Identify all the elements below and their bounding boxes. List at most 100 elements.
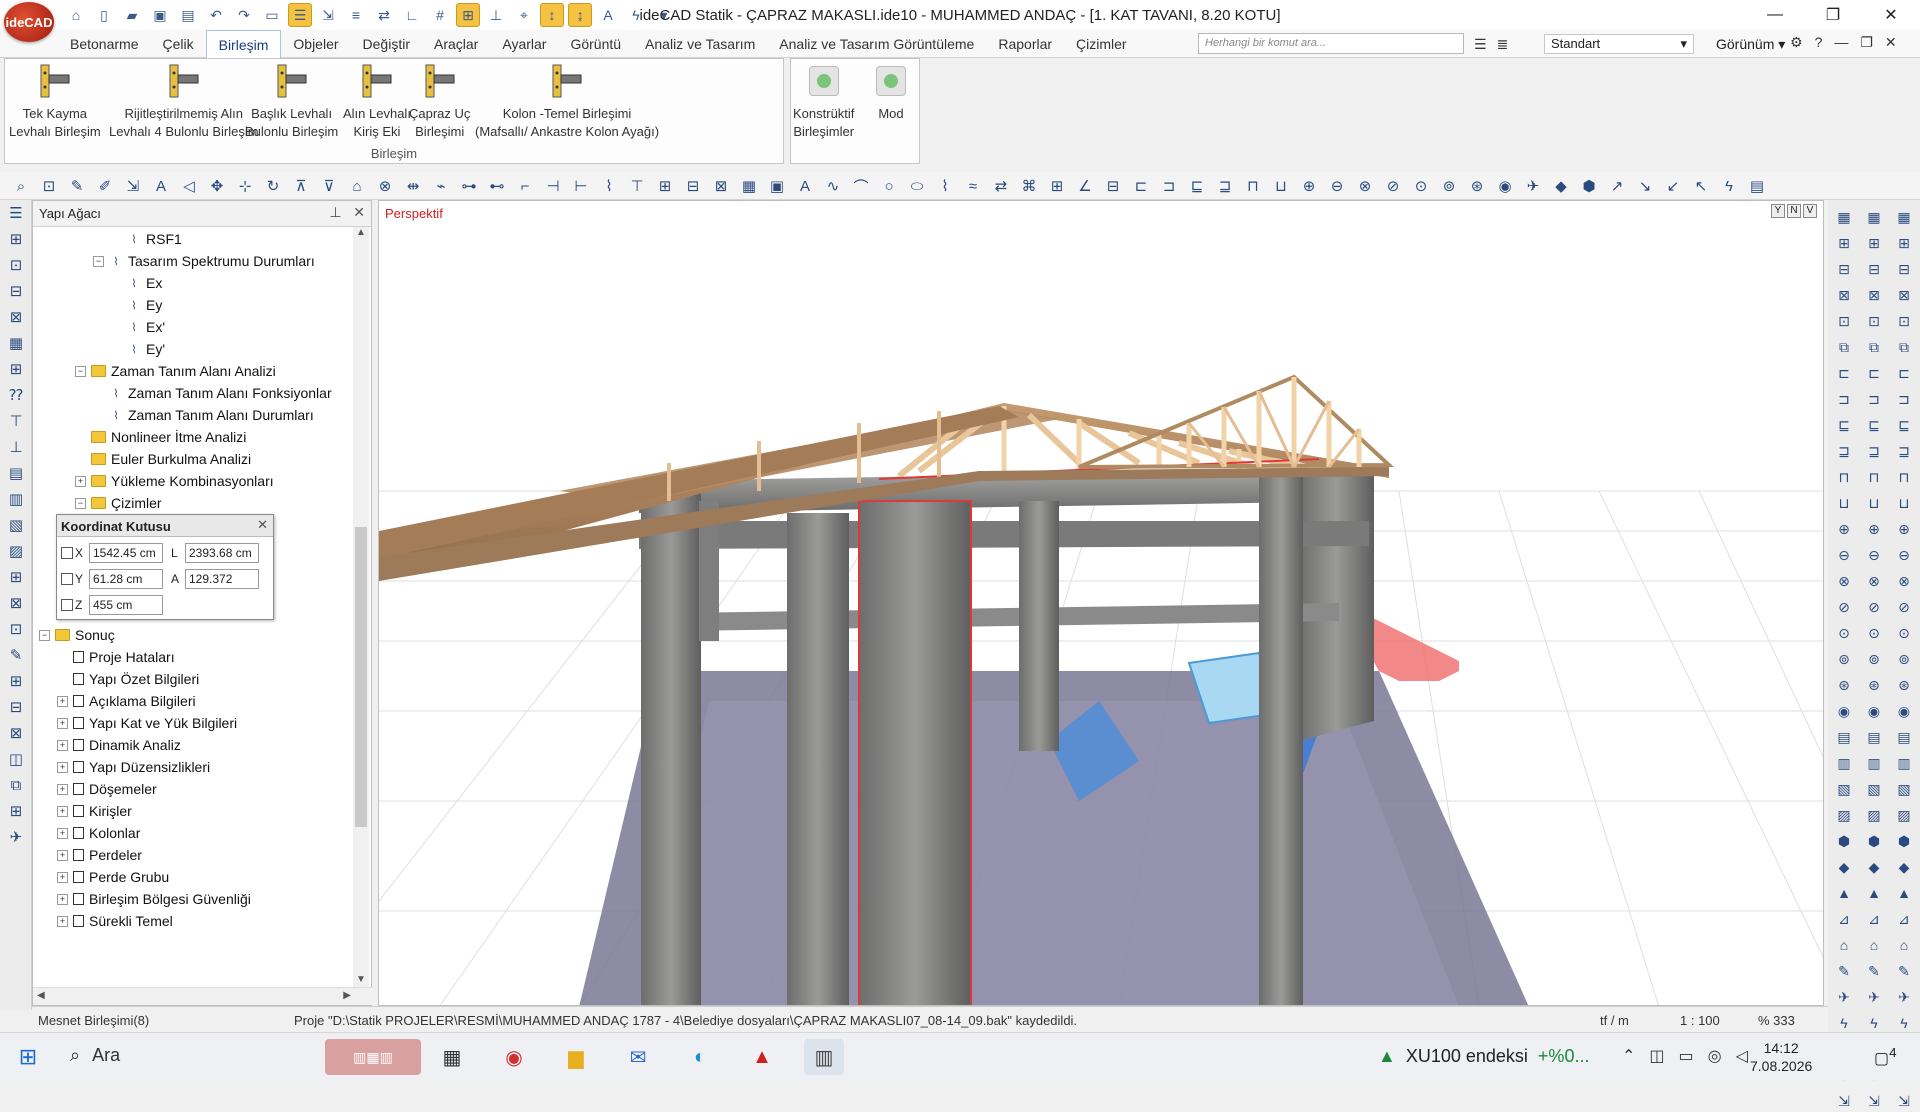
scroll-down-icon[interactable]: ▼	[353, 974, 369, 985]
toolbar-tool-icon[interactable]: ⌂	[346, 176, 368, 196]
tree-node[interactable]: Nonlineer İtme Analizi	[75, 429, 246, 445]
tree-node[interactable]: − ⌇ Tasarım Spektrumu Durumları	[93, 253, 315, 269]
tree-node[interactable]: + Yapı Kat ve Yük Bilgileri	[57, 715, 237, 731]
right-tool-icon[interactable]: ⊖	[1862, 544, 1886, 566]
tree-node[interactable]: + Sürekli Temel	[57, 913, 173, 929]
right-tool-icon[interactable]: ▨	[1832, 804, 1856, 826]
toolbar-tool-icon[interactable]: ○	[878, 176, 900, 196]
toolbar-tool-icon[interactable]: ▣	[766, 176, 788, 196]
right-tool-icon[interactable]: ⊡	[1892, 310, 1916, 332]
right-tool-icon[interactable]: ⊔	[1862, 492, 1886, 514]
tree-node[interactable]: Yapı Özet Bilgileri	[57, 671, 199, 687]
tree-node[interactable]: ⌇ Ey'	[111, 341, 165, 357]
toolbar-tool-icon[interactable]: A	[150, 176, 172, 196]
right-tool-icon[interactable]: ⬢	[1832, 830, 1856, 852]
status-units[interactable]: tf / m	[1600, 1013, 1629, 1028]
camera-icon[interactable]: ◫	[1649, 1046, 1664, 1066]
menu-tab-5[interactable]: Araçlar	[422, 30, 490, 59]
right-tool-icon[interactable]: ⊙	[1832, 622, 1856, 644]
toolbar-tool-icon[interactable]: ⊔	[1270, 176, 1292, 196]
viewport-control-button[interactable]: N	[1787, 204, 1801, 218]
right-tool-icon[interactable]: ▦	[1832, 206, 1856, 228]
expand-icon[interactable]: +	[75, 475, 86, 487]
command-search-input[interactable]: Herhangi bir komut ara...	[1198, 33, 1464, 54]
right-tool-icon[interactable]: ⊠	[1832, 284, 1856, 306]
viewport-control-button[interactable]: Y	[1771, 204, 1785, 218]
tree-node[interactable]: − Sonuç	[39, 627, 115, 643]
tree-node[interactable]: + Yapı Düzensizlikleri	[57, 759, 210, 775]
ribbon-button-1[interactable]: Rijitleştirilmemiş Alın Levhalı 4 Bulonlu…	[109, 61, 259, 141]
toolbar-tool-icon[interactable]: ⊞	[654, 176, 676, 196]
notification-icon[interactable]: ▢4	[1874, 1045, 1897, 1068]
left-tool-icon[interactable]: ⊤	[0, 408, 32, 434]
right-tool-icon[interactable]: ⊿	[1862, 908, 1886, 930]
right-tool-icon[interactable]: ✈	[1892, 986, 1916, 1008]
right-tool-icon[interactable]: ◆	[1832, 856, 1856, 878]
scroll-right-icon[interactable]: ▶	[343, 990, 351, 1001]
right-tool-icon[interactable]: ▥	[1832, 752, 1856, 774]
expand-icon[interactable]: +	[57, 893, 68, 905]
right-tool-icon[interactable]: ⊑	[1832, 414, 1856, 436]
ribbon-extra-button-1[interactable]: Mod	[869, 61, 913, 123]
right-tool-icon[interactable]: ◆	[1862, 856, 1886, 878]
left-tool-icon[interactable]: ⊞	[0, 798, 32, 824]
ribbon-button-4[interactable]: Çapraz Uç Birleşimi	[409, 61, 470, 141]
tree-node[interactable]: ⌇ Ex	[111, 275, 162, 291]
toolbar-tool-icon[interactable]: ⊡	[38, 176, 60, 196]
right-tool-icon[interactable]: ▲	[1832, 882, 1856, 904]
toolbar-tool-icon[interactable]: ⊙	[1410, 176, 1432, 196]
expand-icon[interactable]: +	[57, 739, 68, 751]
close-button[interactable]: ✕	[1862, 0, 1920, 30]
right-tool-icon[interactable]: ✎	[1892, 960, 1916, 982]
windows-start-icon[interactable]: ⊞	[8, 1039, 48, 1075]
right-tool-icon[interactable]: ⊕	[1892, 518, 1916, 540]
tree-node[interactable]: ⌇ Zaman Tanım Alanı Fonksiyonlar	[93, 385, 331, 401]
taskbar-search[interactable]: ⌕ Ara	[70, 1045, 120, 1066]
help-icon[interactable]: ?	[1815, 34, 1823, 51]
right-tool-icon[interactable]: ⇲	[1832, 1090, 1856, 1112]
outlook-icon[interactable]: ✉	[618, 1039, 658, 1075]
toolbar-tool-icon[interactable]: ∿	[822, 176, 844, 196]
toolbar-tool-icon[interactable]: ϟ	[1718, 176, 1740, 196]
left-tool-icon[interactable]: ▨	[0, 538, 32, 564]
tree-node[interactable]: + Kirişler	[57, 803, 132, 819]
minimize-doc-icon[interactable]: —	[1834, 34, 1848, 51]
ribbon-button-0[interactable]: Tek Kayma Levhalı Birleşim	[9, 61, 101, 141]
toolbar-tool-icon[interactable]: ↗	[1606, 176, 1628, 196]
right-tool-icon[interactable]: ⧉	[1862, 336, 1886, 358]
right-tool-icon[interactable]: ⊟	[1832, 258, 1856, 280]
tree-node[interactable]: ⌇ RSF1	[111, 231, 181, 247]
right-tool-icon[interactable]: ⊛	[1862, 674, 1886, 696]
toolbar-tool-icon[interactable]: ✥	[206, 176, 228, 196]
right-tool-icon[interactable]: ϟ	[1892, 1012, 1916, 1034]
right-tool-icon[interactable]: ⊠	[1862, 284, 1886, 306]
right-tool-icon[interactable]: ⊟	[1862, 258, 1886, 280]
toolbar-tool-icon[interactable]: ⊑	[1186, 176, 1208, 196]
left-tool-icon[interactable]: ▧	[0, 512, 32, 538]
right-tool-icon[interactable]: ◉	[1832, 700, 1856, 722]
menu-tab-2[interactable]: Birleşim	[205, 30, 282, 59]
right-tool-icon[interactable]: ⊗	[1892, 570, 1916, 592]
left-tool-icon[interactable]: ⁇	[0, 382, 32, 408]
menu-tab-10[interactable]: Raporlar	[986, 30, 1064, 59]
right-tool-icon[interactable]: ▧	[1862, 778, 1886, 800]
tree-node[interactable]: + Yükleme Kombinasyonları	[75, 473, 274, 489]
edge-icon[interactable]: ◐	[680, 1039, 720, 1075]
tree-node[interactable]: + Perde Grubu	[57, 869, 169, 885]
left-tool-icon[interactable]: ⊠	[0, 590, 32, 616]
right-tool-icon[interactable]: ⊖	[1832, 544, 1856, 566]
toolbar-tool-icon[interactable]: ⊣	[542, 176, 564, 196]
toolbar-tool-icon[interactable]: ⇹	[402, 176, 424, 196]
chevron-up-icon[interactable]: ⌃	[1622, 1046, 1635, 1066]
right-tool-icon[interactable]: ⊠	[1892, 284, 1916, 306]
right-tool-icon[interactable]: ⌂	[1832, 934, 1856, 956]
collapse-icon[interactable]: −	[93, 255, 104, 267]
collapse-icon[interactable]: −	[75, 365, 86, 377]
toolbar-tool-icon[interactable]: ⌒	[850, 176, 872, 196]
file-explorer-icon[interactable]: ▆	[556, 1039, 596, 1075]
tree-node[interactable]: ⌇ Ey	[111, 297, 162, 313]
right-tool-icon[interactable]: ⊡	[1832, 310, 1856, 332]
right-tool-icon[interactable]: ⊗	[1862, 570, 1886, 592]
right-tool-icon[interactable]: ✈	[1832, 986, 1856, 1008]
right-tool-icon[interactable]: ⊓	[1862, 466, 1886, 488]
